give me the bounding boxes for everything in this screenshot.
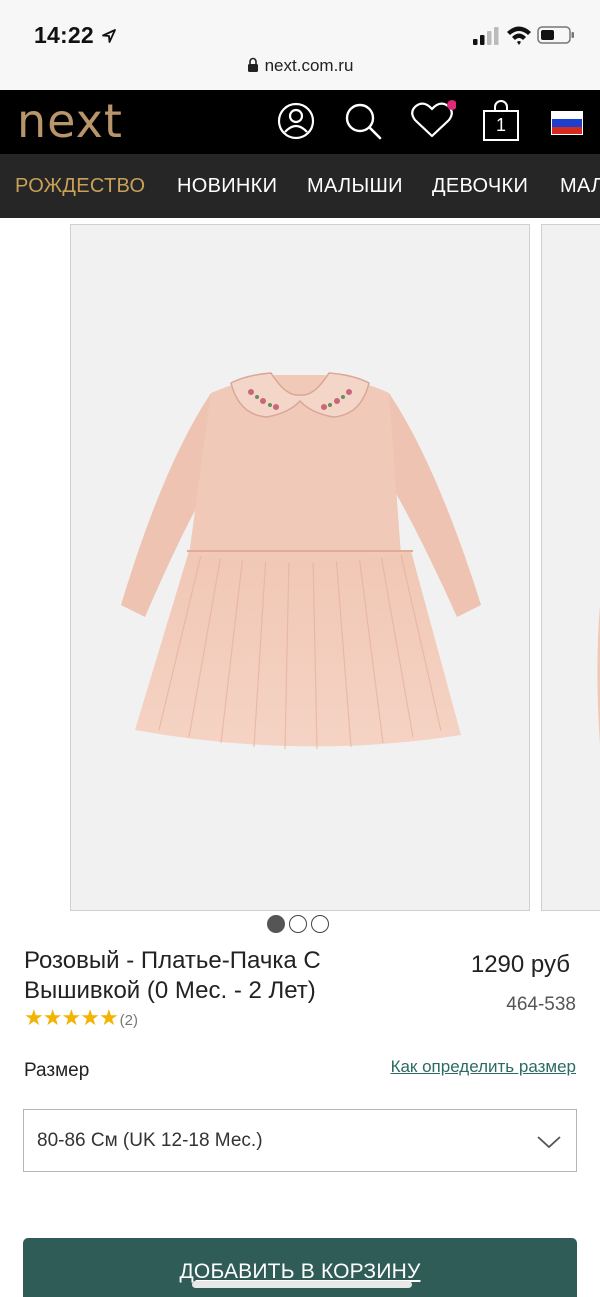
- size-label: Размер: [24, 1060, 90, 1081]
- status-time: 14:22: [34, 22, 94, 48]
- product-price: 1290 руб: [470, 951, 570, 978]
- bag-button[interactable]: 1: [482, 100, 520, 142]
- next-logo[interactable]: next: [17, 94, 123, 148]
- star-icon: ★: [24, 1005, 44, 1030]
- star-icon: ★: [98, 1005, 119, 1030]
- product-title: Розовый - Платье-Пачка С Вышивкой (0 Мес…: [24, 947, 321, 1004]
- account-icon[interactable]: [276, 100, 316, 142]
- chevron-down-icon: [537, 1136, 561, 1149]
- address-bar[interactable]: next.com.ru: [0, 56, 600, 76]
- nav-item-babies[interactable]: МАЛЫШИ: [307, 175, 403, 198]
- wishlist-icon: [411, 100, 457, 138]
- wishlist-button[interactable]: [410, 100, 457, 142]
- nav-item-christmas[interactable]: РОЖДЕСТВО: [15, 175, 145, 198]
- category-nav: РОЖДЕСТВО НОВИНКИ МАЛЫШИ ДЕВОЧКИ МАЛ: [0, 154, 600, 218]
- status-bar: 14:22 next.com.ru: [0, 0, 600, 90]
- nav-item-partial[interactable]: МАЛ: [560, 175, 600, 198]
- location-arrow-icon: [102, 29, 116, 43]
- battery-icon: [537, 26, 574, 44]
- gallery-pagination: [267, 915, 333, 938]
- site-header: next 1: [0, 90, 600, 154]
- gallery-dot[interactable]: [311, 915, 329, 933]
- nav-item-new[interactable]: НОВИНКИ: [177, 175, 277, 198]
- bag-count: 1: [495, 115, 506, 135]
- nav-item-girls[interactable]: ДЕВОЧКИ: [432, 175, 528, 198]
- lock-icon: [247, 57, 258, 72]
- wifi-icon: [507, 26, 531, 45]
- product-image[interactable]: [70, 224, 530, 911]
- star-icon: ★: [61, 1005, 81, 1030]
- home-indicator: [192, 1281, 412, 1288]
- cellular-signal-icon: [473, 27, 499, 45]
- url-text: next.com.ru: [264, 56, 354, 75]
- rating[interactable]: ★★★★★ (2): [24, 1005, 138, 1031]
- add-to-cart-button[interactable]: ДОБАВИТЬ В КОРЗИНУ: [23, 1238, 577, 1297]
- size-guide-link[interactable]: Как определить размер: [391, 1057, 576, 1077]
- star-icon: ★: [42, 1005, 63, 1030]
- star-icon: ★: [80, 1005, 100, 1030]
- review-count: (2): [119, 1012, 139, 1029]
- wishlist-badge-dot: [447, 100, 457, 110]
- pink-dress-image-peek: [597, 605, 600, 745]
- size-selected-value: 80-86 См (UK 12-18 Мес.): [37, 1130, 263, 1151]
- russia-flag-icon[interactable]: [551, 111, 583, 135]
- search-icon[interactable]: [343, 100, 383, 142]
- gallery-dot[interactable]: [289, 915, 307, 933]
- pink-dress-image: [121, 372, 481, 750]
- next-product-image-peek[interactable]: [541, 224, 600, 911]
- size-select[interactable]: 80-86 См (UK 12-18 Мес.): [23, 1109, 577, 1172]
- gallery-dot-active[interactable]: [267, 915, 285, 933]
- product-sku: 464-538: [506, 994, 576, 1015]
